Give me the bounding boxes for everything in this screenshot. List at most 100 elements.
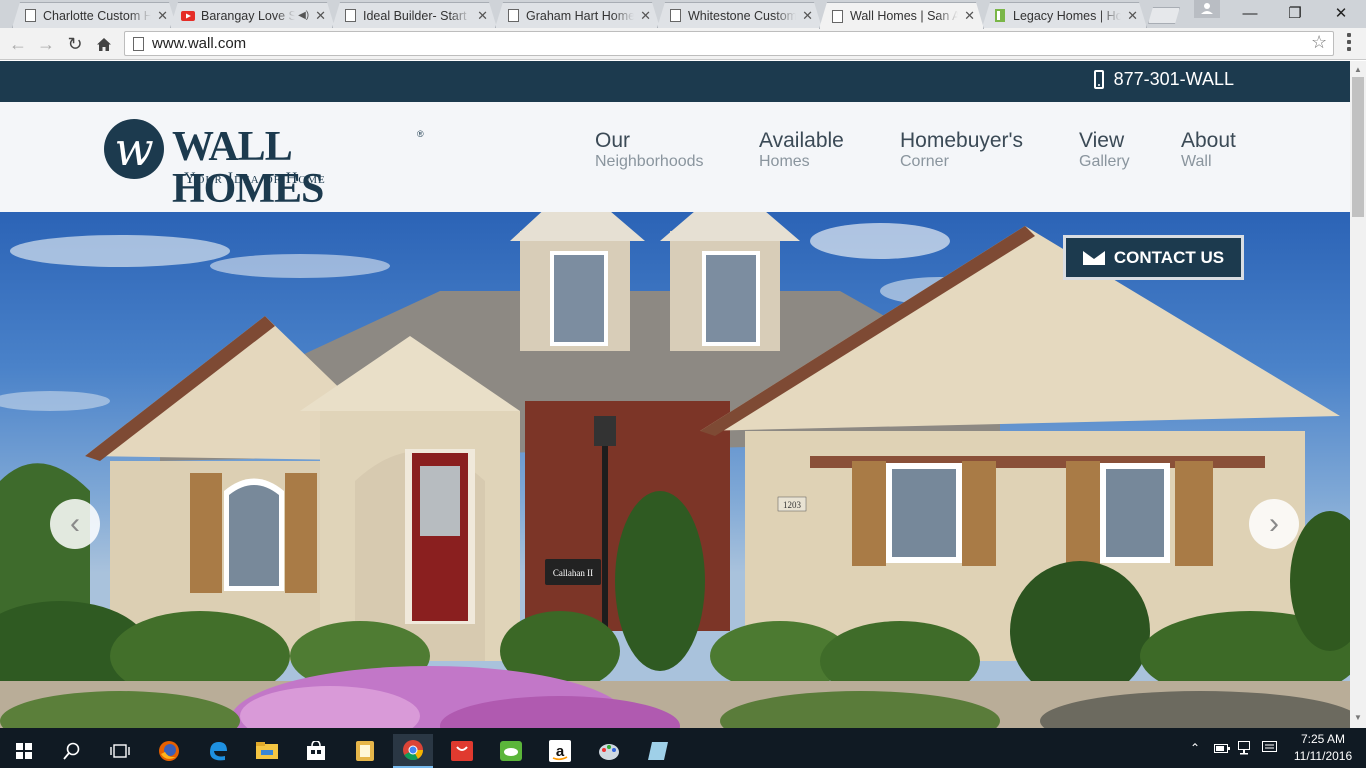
search-icon[interactable] (52, 734, 92, 768)
new-tab-button[interactable] (1148, 7, 1180, 24)
sticky-app-icon[interactable] (345, 734, 385, 768)
browser-tab[interactable]: Graham Hart Home ✕ (495, 2, 660, 28)
browser-tab-active[interactable]: Wall Homes | San An ✕ (819, 2, 984, 29)
page-icon (506, 9, 520, 23)
logo-name: WALL HOMES (172, 124, 324, 212)
next-slide-button[interactable]: › (1249, 499, 1299, 549)
file-explorer-icon[interactable] (247, 734, 287, 768)
legacy-icon (993, 9, 1007, 23)
windows-start-icon[interactable] (4, 734, 44, 768)
top-contact-bar: 877-301-WALL (0, 61, 1350, 102)
page-icon (23, 9, 37, 23)
store-icon[interactable] (296, 734, 336, 768)
close-tab-icon[interactable]: ✕ (477, 8, 488, 24)
close-tab-icon[interactable]: ✕ (640, 8, 651, 24)
close-tab-icon[interactable]: ✕ (802, 8, 813, 24)
nav-label: View (1079, 129, 1125, 152)
windows-taskbar: a ⌃ 7:25 AM 11/11/2016 (0, 728, 1366, 768)
firefox-icon[interactable] (149, 734, 189, 768)
shopping-bag-icon[interactable] (442, 734, 482, 768)
nav-sublabel: Homes (759, 153, 810, 170)
phone-link[interactable]: 877-301-WALL (1093, 69, 1234, 90)
browser-tab[interactable]: Charlotte Custom Ho ✕ (12, 2, 177, 28)
network-icon[interactable] (1238, 728, 1254, 768)
nav-label: Homebuyer's (900, 129, 1024, 152)
task-view-icon[interactable] (100, 734, 140, 768)
nav-available-homes[interactable]: Available Homes (759, 130, 844, 170)
house-number: 1203 (783, 500, 802, 510)
chevron-right-icon: › (1269, 507, 1279, 540)
address-bar[interactable]: www.wall.com (124, 31, 1334, 56)
nav-label: Our (595, 129, 631, 152)
browser-tab[interactable]: Legacy Homes | Hor ✕ (982, 2, 1147, 28)
browser-tab[interactable]: Barangay Love St ◀) ✕ (170, 2, 335, 28)
maximize-button[interactable]: ❐ (1272, 0, 1318, 26)
nav-sublabel: Wall (1181, 153, 1212, 170)
logo-mark: w (104, 119, 164, 179)
wall-homes-logo[interactable]: w WALL HOMES ® Your Idea of Home (104, 118, 444, 210)
browser-tab-title: Ideal Builder- Start B (363, 8, 472, 23)
vertical-scrollbar[interactable]: ▲ ▼ (1350, 61, 1366, 728)
url-text[interactable]: www.wall.com (152, 35, 246, 52)
browser-tab-title: Whitestone Custom (688, 8, 797, 23)
nav-label: About (1181, 129, 1236, 152)
browser-menu-icon[interactable] (1340, 31, 1358, 53)
browser-tab-title: Barangay Love St (201, 8, 296, 23)
browser-tab-title: Legacy Homes | Hor (1013, 8, 1122, 23)
browser-tab[interactable]: Whitestone Custom ✕ (657, 2, 822, 28)
logo-tagline: Your Idea of Home (184, 170, 326, 187)
scroll-up-arrow-icon[interactable]: ▲ (1354, 65, 1362, 74)
phone-number[interactable]: 877-301-WALL (1114, 69, 1234, 90)
model-sign-text: Callahan II (553, 568, 593, 578)
edge-icon[interactable] (198, 734, 238, 768)
nav-sublabel: Corner (900, 153, 949, 170)
page-icon (343, 9, 357, 23)
chevron-left-icon: ‹ (70, 507, 80, 540)
close-tab-icon[interactable]: ✕ (1127, 8, 1138, 24)
show-hidden-icons[interactable]: ⌃ (1190, 728, 1200, 768)
contact-us-button[interactable]: CONTACT US (1063, 235, 1244, 280)
youtube-icon (181, 9, 195, 23)
envelope-icon (1082, 250, 1105, 265)
taskbar-clock[interactable]: 7:25 AM 11/11/2016 (1290, 731, 1356, 765)
house-photo: 1203 Callahan II (0, 212, 1350, 728)
clock-time: 7:25 AM (1300, 732, 1346, 746)
svg-text:a: a (556, 743, 565, 760)
nav-label: Available (759, 129, 844, 152)
nav-our-neighborhoods[interactable]: Our Neighborhoods (595, 130, 704, 170)
paint-icon[interactable] (589, 734, 629, 768)
notes-icon[interactable] (638, 734, 678, 768)
user-profile-button[interactable] (1194, 0, 1220, 18)
back-arrow-icon[interactable]: ← (6, 32, 30, 56)
site-header: w WALL HOMES ® Your Idea of Home Our Nei… (0, 102, 1350, 212)
chrome-icon[interactable] (393, 734, 433, 768)
previous-slide-button[interactable]: ‹ (50, 499, 100, 549)
scroll-down-arrow-icon[interactable]: ▼ (1354, 713, 1362, 722)
close-tab-icon[interactable]: ✕ (315, 8, 326, 24)
browser-tab-title: Graham Hart Home (526, 8, 635, 23)
amazon-icon[interactable]: a (540, 734, 580, 768)
page-info-icon[interactable] (133, 36, 144, 51)
bookmark-star-icon[interactable]: ☆ (1311, 32, 1327, 53)
nav-about-wall[interactable]: About Wall (1181, 130, 1236, 170)
game-icon[interactable] (491, 734, 531, 768)
page-icon (830, 9, 844, 23)
reload-icon[interactable]: ↻ (63, 32, 87, 56)
action-center-icon[interactable] (1262, 728, 1278, 768)
browser-tab-title: Wall Homes | San An (850, 9, 959, 23)
browser-tab[interactable]: Ideal Builder- Start B ✕ (332, 2, 497, 28)
clock-date: 11/11/2016 (1293, 749, 1353, 763)
power-icon[interactable] (1214, 728, 1230, 768)
close-window-button[interactable]: ✕ (1318, 0, 1364, 26)
registered-mark: ® (417, 129, 424, 139)
minimize-button[interactable]: — (1227, 0, 1273, 26)
close-tab-icon[interactable]: ✕ (157, 8, 168, 24)
browser-tab-strip: Charlotte Custom Ho ✕ Barangay Love St ◀… (0, 0, 1366, 28)
scrollbar-thumb[interactable] (1352, 77, 1364, 217)
nav-sublabel: Gallery (1079, 153, 1130, 170)
close-tab-icon[interactable]: ✕ (964, 8, 975, 24)
home-icon[interactable] (92, 32, 116, 56)
nav-homebuyers-corner[interactable]: Homebuyer's Corner (900, 130, 1023, 170)
forward-arrow-icon[interactable]: → (34, 32, 58, 56)
nav-view-gallery[interactable]: View Gallery (1079, 130, 1130, 170)
